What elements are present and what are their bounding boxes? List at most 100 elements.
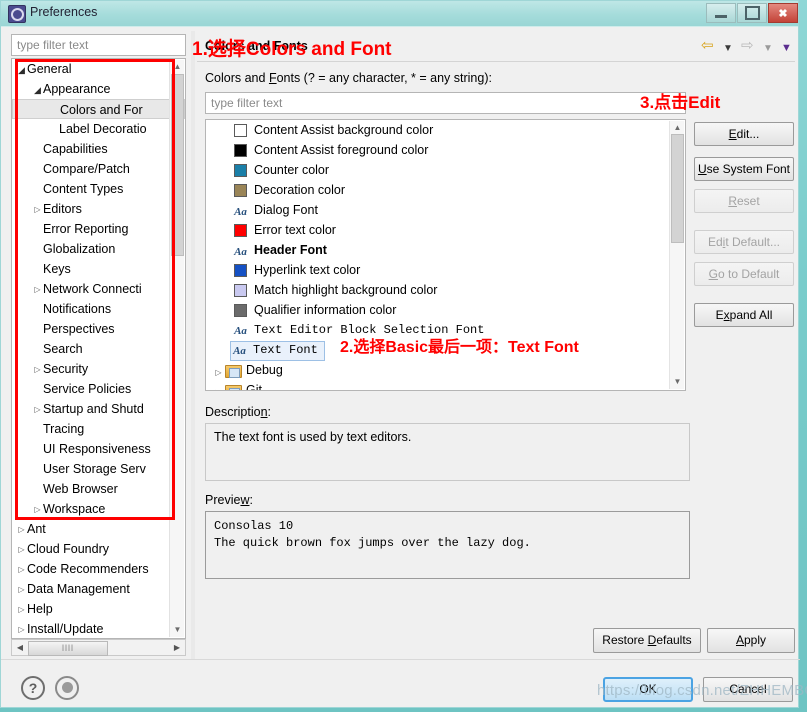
tree-no-arrow-spacer xyxy=(32,180,43,199)
sidebar-item-perspectives[interactable]: Perspectives xyxy=(12,319,185,339)
tree-collapsed-arrow-icon[interactable]: ▷ xyxy=(32,280,43,299)
scroll-right-icon[interactable]: ▶ xyxy=(170,641,184,654)
list-scroll-up-icon[interactable]: ▲ xyxy=(672,122,683,134)
sidebar-item-data-management[interactable]: ▷ Data Management xyxy=(12,579,185,599)
sidebar-filter-input[interactable]: type filter text xyxy=(11,34,186,56)
scroll-down-icon[interactable]: ▼ xyxy=(172,624,183,636)
list-item[interactable]: Content Assist foreground color xyxy=(206,140,685,160)
sidebar-item-workspace[interactable]: ▷ Workspace xyxy=(12,499,185,519)
scroll-left-icon[interactable]: ◀ xyxy=(13,641,27,654)
question-mark-icon[interactable]: ? xyxy=(21,676,45,700)
list-item[interactable]: Content Assist background color xyxy=(206,120,685,140)
list-item-label: Debug xyxy=(246,363,283,377)
sidebar-item-security[interactable]: ▷ Security xyxy=(12,359,185,379)
color-swatch-icon xyxy=(234,164,247,177)
sidebar-item-service-policies[interactable]: Service Policies xyxy=(12,379,185,399)
list-scroll-down-icon[interactable]: ▼ xyxy=(672,376,683,388)
list-item[interactable]: Decoration color xyxy=(206,180,685,200)
annotation-step-1: 1.选择Colors and Font xyxy=(192,39,392,60)
tree-collapsed-arrow-icon[interactable]: ▷ xyxy=(16,520,27,539)
tree-collapsed-arrow-icon[interactable]: ▷ xyxy=(16,560,27,579)
list-item[interactable]: ▷ Git xyxy=(206,380,685,390)
view-menu-chevron-down-icon[interactable]: ▼ xyxy=(781,41,792,56)
sidebar-item-compare-patch[interactable]: Compare/Patch xyxy=(12,159,185,179)
list-item[interactable]: Aa Dialog Font xyxy=(206,200,685,220)
maximize-button[interactable] xyxy=(737,3,767,23)
tree-expanded-arrow-icon[interactable]: ◢ xyxy=(16,60,27,79)
sidebar-item-label: Tracing xyxy=(43,422,85,436)
color-swatch-icon xyxy=(234,304,247,317)
sidebar-item-tracing[interactable]: Tracing xyxy=(12,419,185,439)
tree-collapsed-arrow-icon[interactable]: ▷ xyxy=(32,400,43,419)
sidebar-item-colors-and-for[interactable]: Colors and For xyxy=(12,99,185,119)
color-swatch-icon xyxy=(234,224,247,237)
description-text: The text font is used by text editors. xyxy=(205,423,690,481)
tree-horizontal-scrollbar[interactable]: ◀ llll ▶ xyxy=(11,639,186,656)
list-item[interactable]: ▷ Debug xyxy=(206,360,685,380)
list-item[interactable]: Match highlight background color xyxy=(206,280,685,300)
tree-collapsed-arrow-icon[interactable]: ▷ xyxy=(32,500,43,519)
tree-collapsed-arrow-icon[interactable]: ▷ xyxy=(16,620,27,638)
sidebar-item-label-decoratio[interactable]: Label Decoratio xyxy=(12,119,185,139)
list-vertical-scrollbar[interactable]: ▲ ▼ xyxy=(669,121,684,389)
tree-vertical-scrollbar[interactable]: ▲ ▼ xyxy=(169,60,184,637)
sidebar-item-code-recommenders[interactable]: ▷ Code Recommenders xyxy=(12,559,185,579)
list-item[interactable]: Counter color xyxy=(206,160,685,180)
tree-collapsed-arrow-icon[interactable]: ▷ xyxy=(16,600,27,619)
list-item-label: Qualifier information color xyxy=(254,303,397,317)
edit-button[interactable]: Edit... xyxy=(694,122,794,146)
tree-collapsed-arrow-icon[interactable]: ▷ xyxy=(32,200,43,219)
sidebar-item-label: Editors xyxy=(43,202,82,216)
sidebar-item-network-connecti[interactable]: ▷ Network Connecti xyxy=(12,279,185,299)
apply-circle-icon[interactable] xyxy=(55,676,79,700)
list-item[interactable]: Hyperlink text color xyxy=(206,260,685,280)
forward-dropdown-chevron-down-icon[interactable]: ▼ xyxy=(763,41,773,56)
filter-label-post: onts (? = any character, * = any string)… xyxy=(276,71,492,85)
restore-defaults-button[interactable]: Restore Defaults xyxy=(593,628,701,653)
sidebar-item-capabilities[interactable]: Capabilities xyxy=(12,139,185,159)
sidebar-item-startup-and-shutd[interactable]: ▷ Startup and Shutd xyxy=(12,399,185,419)
desc-label-accel: n xyxy=(260,405,268,419)
sidebar-item-general[interactable]: ◢ General xyxy=(12,59,185,79)
sidebar-item-cloud-foundry[interactable]: ▷ Cloud Foundry xyxy=(12,539,185,559)
list-item[interactable]: Qualifier information color xyxy=(206,300,685,320)
sidebar-item-error-reporting[interactable]: Error Reporting xyxy=(12,219,185,239)
back-dropdown-chevron-down-icon[interactable]: ▼ xyxy=(723,41,733,56)
sidebar-item-label: Code Recommenders xyxy=(27,562,149,576)
scroll-up-icon[interactable]: ▲ xyxy=(172,61,183,73)
sidebar-item-web-browser[interactable]: Web Browser xyxy=(12,479,185,499)
sidebar-item-ant[interactable]: ▷ Ant xyxy=(12,519,185,539)
sidebar-item-appearance[interactable]: ◢ Appearance xyxy=(12,79,185,99)
tree-collapsed-arrow-icon[interactable]: ▷ xyxy=(32,360,43,379)
apply-button[interactable]: Apply xyxy=(707,628,795,653)
forward-arrow-icon[interactable]: ⇨ xyxy=(741,38,754,53)
preferences-tree[interactable]: ◢ General ◢ Appearance Colors and For Label… xyxy=(11,58,186,639)
sidebar-item-search[interactable]: Search xyxy=(12,339,185,359)
tree-hscroll-thumb[interactable]: llll xyxy=(28,641,108,656)
use-system-font-button[interactable]: Use System Font xyxy=(694,157,794,181)
tree-collapsed-arrow-icon[interactable]: ▷ xyxy=(16,580,27,599)
sidebar-item-editors[interactable]: ▷ Editors xyxy=(12,199,185,219)
colors-fonts-filter-input[interactable]: type filter text xyxy=(205,92,686,114)
minimize-button[interactable] xyxy=(706,3,736,23)
sidebar-item-ui-responsiveness[interactable]: UI Responsiveness xyxy=(12,439,185,459)
sidebar-item-notifications[interactable]: Notifications xyxy=(12,299,185,319)
tree-collapsed-arrow-icon[interactable]: ▷ xyxy=(16,540,27,559)
list-item[interactable]: Aa Header Font xyxy=(206,240,685,260)
tree-collapsed-arrow-icon[interactable]: ▷ xyxy=(212,383,225,390)
close-button[interactable]: ✖ xyxy=(768,3,798,23)
pane-divider[interactable] xyxy=(191,31,195,659)
sidebar-item-keys[interactable]: Keys xyxy=(12,259,185,279)
back-arrow-icon[interactable]: ⇦ xyxy=(701,38,714,53)
sidebar-item-install-update[interactable]: ▷ Install/Update xyxy=(12,619,185,638)
sidebar-item-content-types[interactable]: Content Types xyxy=(12,179,185,199)
list-item[interactable]: Error text color xyxy=(206,220,685,240)
preferences-gear-icon xyxy=(8,5,26,23)
tree-expanded-arrow-icon[interactable]: ◢ xyxy=(32,80,43,99)
sidebar-item-globalization[interactable]: Globalization xyxy=(12,239,185,259)
sidebar-item-help[interactable]: ▷ Help xyxy=(12,599,185,619)
list-scroll-thumb[interactable] xyxy=(671,134,684,243)
sidebar-item-user-storage-serv[interactable]: User Storage Serv xyxy=(12,459,185,479)
tree-scroll-thumb[interactable] xyxy=(171,74,184,256)
expand-all-button[interactable]: Expand All xyxy=(694,303,794,327)
